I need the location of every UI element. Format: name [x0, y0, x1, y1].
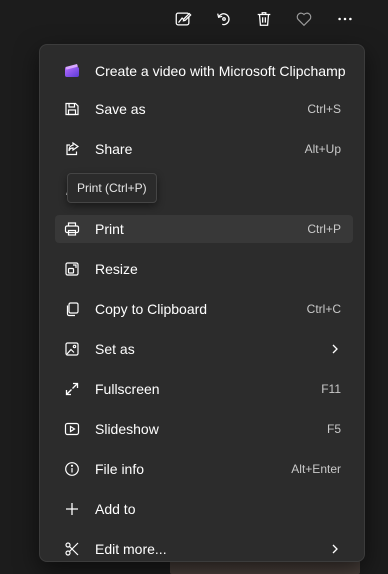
menu-item-label: File info	[95, 461, 145, 477]
edit-more-icon	[64, 541, 80, 557]
rotate-icon[interactable]	[210, 6, 238, 32]
clipchamp-icon	[64, 63, 80, 79]
menu-item-label: Fullscreen	[95, 381, 160, 397]
print-icon	[64, 221, 80, 237]
menu-item-label: Save as	[95, 101, 146, 117]
shortcut-label: Ctrl+C	[306, 302, 341, 316]
more-icon[interactable]	[331, 6, 359, 32]
chevron-right-icon	[329, 343, 341, 355]
menu-item-print[interactable]: Print Ctrl+P	[55, 215, 353, 243]
set-as-icon	[64, 341, 80, 357]
favorite-icon[interactable]	[290, 6, 318, 32]
menu-item-label: Create a video with Microsoft Clipchamp	[95, 63, 346, 79]
menu-item-fullscreen[interactable]: Fullscreen F11	[55, 375, 353, 403]
menu-item-label: Copy to Clipboard	[95, 301, 208, 317]
top-toolbar	[0, 0, 388, 38]
menu-item-label: Edit more...	[95, 541, 167, 557]
delete-icon[interactable]	[250, 6, 278, 32]
shortcut-label: Ctrl+S	[307, 102, 341, 116]
edit-image-icon[interactable]	[169, 6, 197, 32]
menu-item-resize[interactable]: Resize	[55, 255, 353, 283]
menu-item-add-to[interactable]: Add to	[55, 495, 353, 523]
menu-item-edit-more[interactable]: Edit more...	[55, 535, 353, 563]
shortcut-label: Alt+Up	[304, 142, 341, 156]
menu-item-share[interactable]: Share Alt+Up	[55, 135, 353, 163]
shortcut-label: Alt+Enter	[291, 462, 341, 476]
menu-item-label: Set as	[95, 341, 135, 357]
slideshow-icon	[64, 421, 80, 437]
menu-item-file-info[interactable]: File info Alt+Enter	[55, 455, 353, 483]
menu-item-save-as[interactable]: Save as Ctrl+S	[55, 95, 353, 123]
menu-item-label: Print	[95, 221, 124, 237]
add-icon	[64, 501, 80, 517]
share-icon	[64, 141, 80, 157]
menu-item-label: Resize	[95, 261, 138, 277]
info-icon	[64, 461, 80, 477]
menu-item-label: Share	[95, 141, 133, 157]
menu-item-label: Slideshow	[95, 421, 159, 437]
shortcut-label: Ctrl+P	[307, 222, 341, 236]
chevron-right-icon	[329, 543, 341, 555]
shortcut-label: F11	[321, 382, 341, 396]
menu-item-clipchamp[interactable]: Create a video with Microsoft Clipchamp	[55, 57, 353, 85]
menu-item-copy[interactable]: Copy to Clipboard Ctrl+C	[55, 295, 353, 323]
tooltip-text: Print (Ctrl+P)	[77, 181, 147, 195]
shortcut-label: F5	[326, 422, 341, 436]
menu-item-label: Add to	[95, 501, 136, 517]
resize-icon	[64, 261, 80, 277]
fullscreen-icon	[64, 381, 80, 397]
copy-icon	[64, 301, 80, 317]
menu-item-set-as[interactable]: Set as	[55, 335, 353, 363]
save-icon	[64, 101, 80, 117]
print-tooltip: Print (Ctrl+P)	[67, 173, 157, 203]
more-options-menu: Create a video with Microsoft Clipchamp …	[39, 44, 365, 562]
menu-item-slideshow[interactable]: Slideshow F5	[55, 415, 353, 443]
